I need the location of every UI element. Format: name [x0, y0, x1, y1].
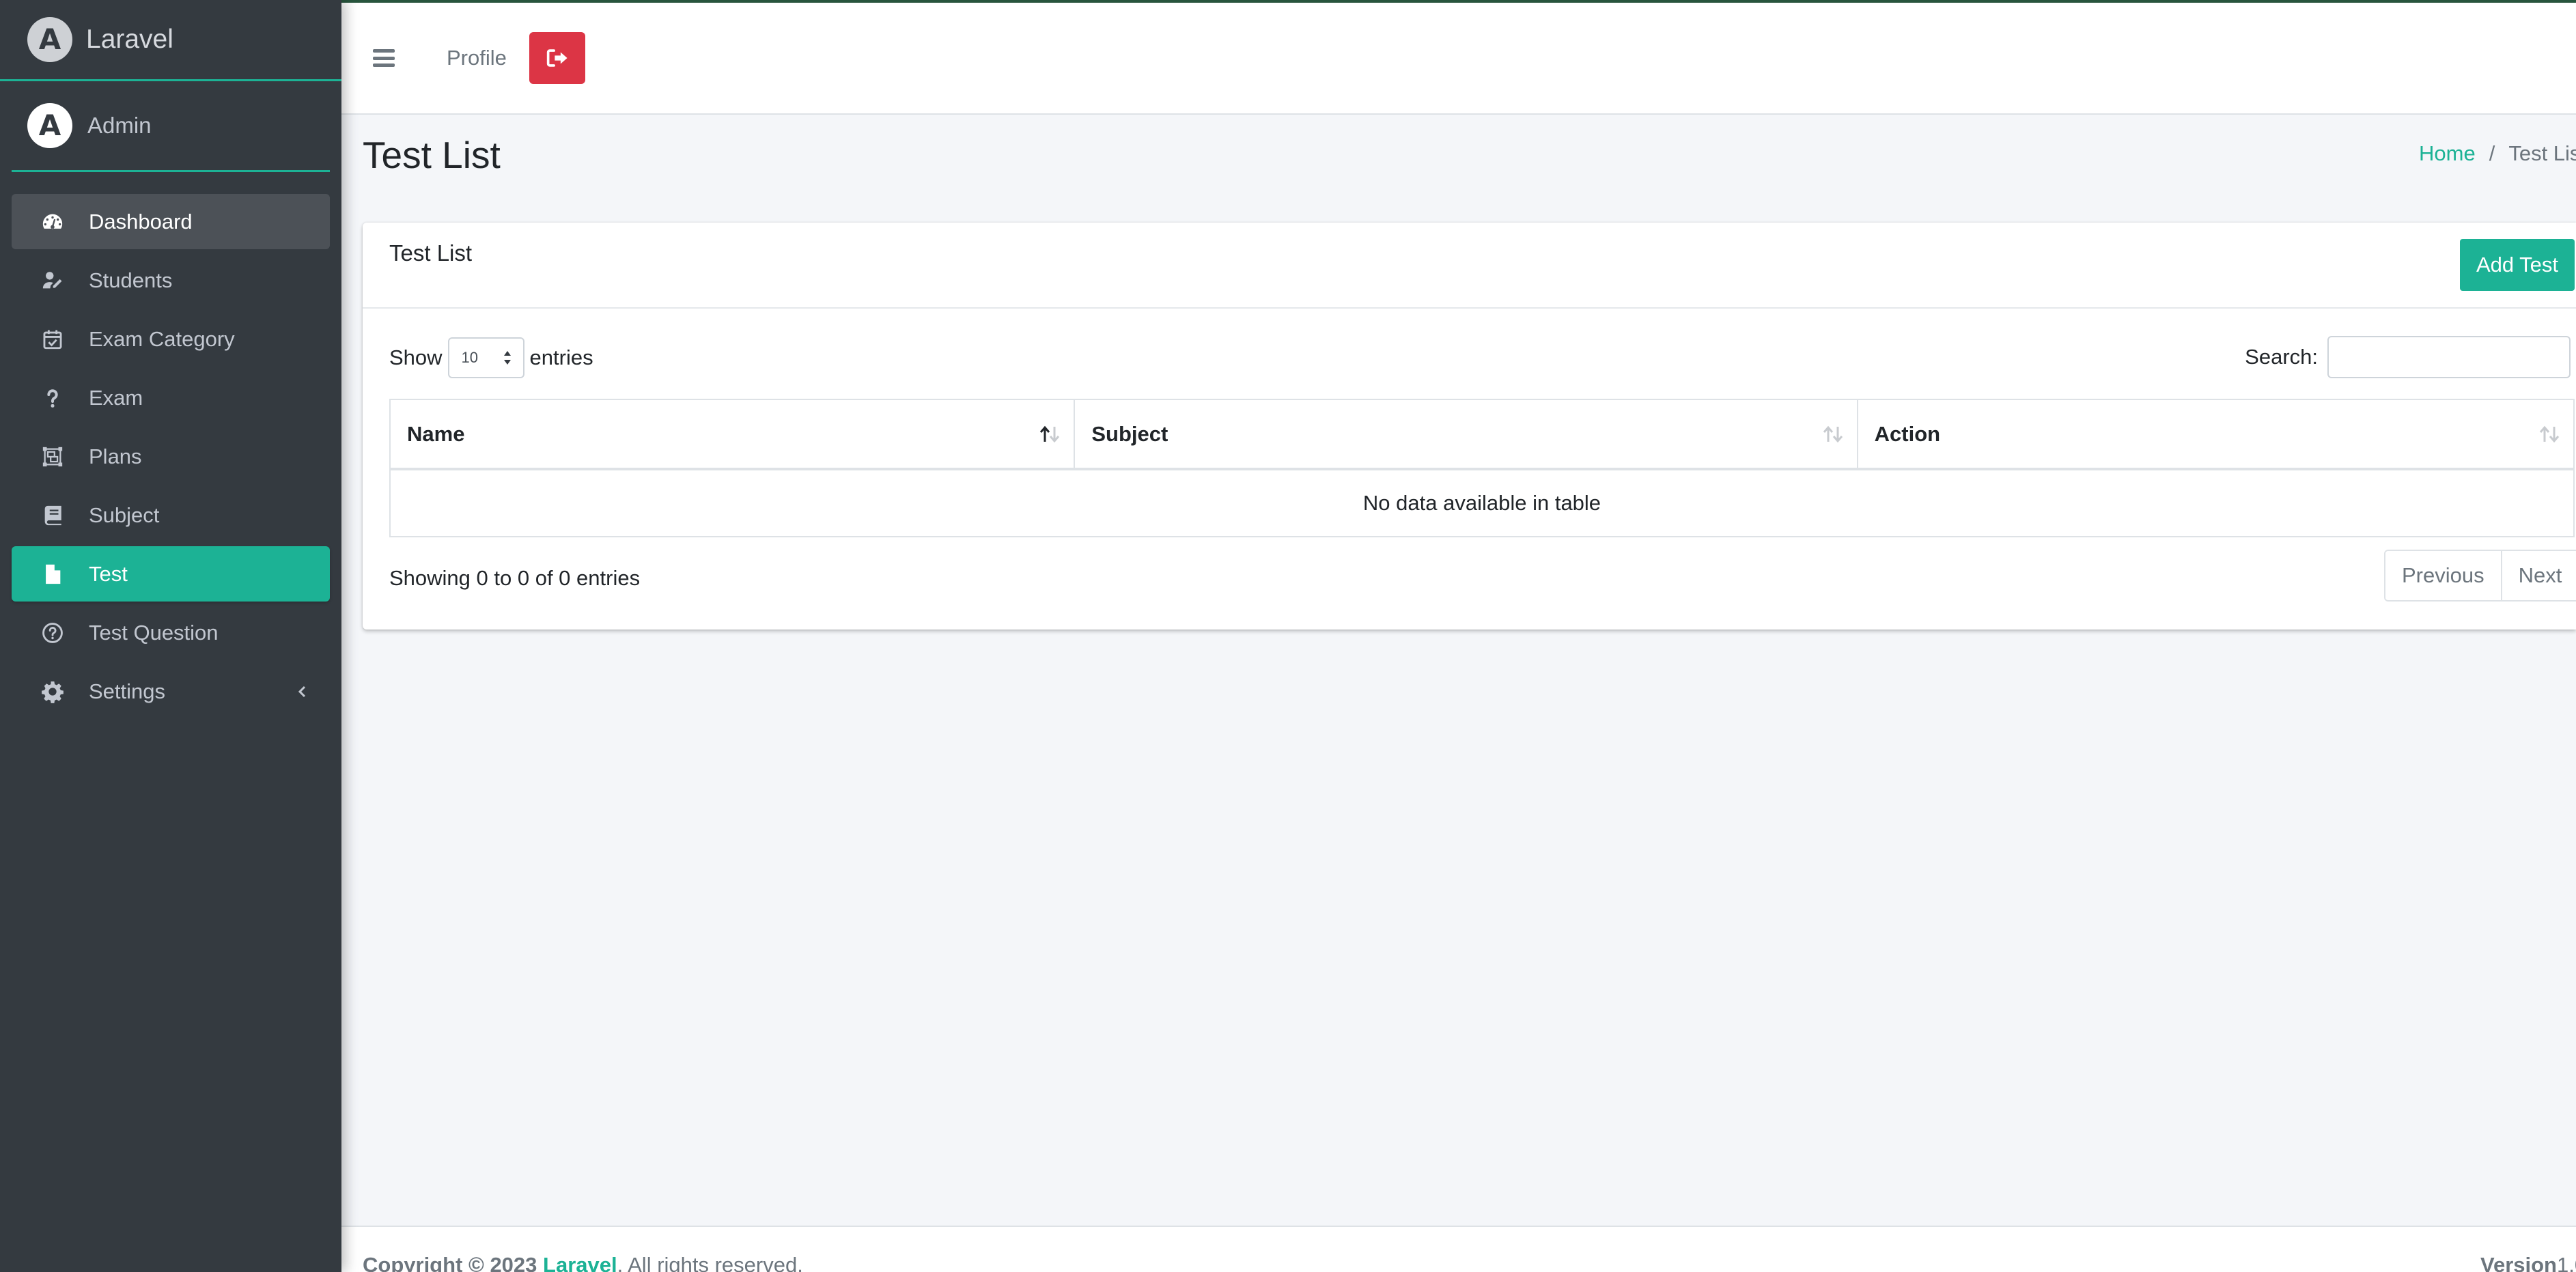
sidebar-item-label: Subject [89, 503, 160, 527]
sign-out-icon [546, 49, 568, 67]
entries-label: entries [529, 345, 593, 369]
footer-brand-link[interactable]: Laravel [543, 1253, 617, 1272]
content-header: Test List Home / Test List [363, 133, 2576, 188]
sidebar-item-settings[interactable]: Settings [12, 664, 330, 719]
table-header-row: Name Subject Action [389, 399, 2575, 470]
user-edit-icon [39, 267, 66, 294]
question-circle-icon [39, 619, 66, 647]
brand-logo-letter: A [38, 23, 61, 56]
sidebar-item-label: Test Question [89, 620, 219, 645]
column-header-action[interactable]: Action [1856, 399, 2575, 470]
show-label: Show [389, 345, 443, 369]
sidebar-item-label: Plans [89, 444, 142, 468]
sort-icon [2539, 425, 2560, 442]
object-group-icon [39, 443, 66, 470]
sidebar-item-label: Settings [89, 679, 166, 703]
empty-table-message: No data available in table [389, 468, 2575, 537]
column-header-subject[interactable]: Subject [1074, 399, 1858, 470]
test-table: Name Subject Action No data available in… [389, 399, 2575, 537]
top-navbar: Profile [341, 0, 2576, 115]
table-row: No data available in table [389, 468, 2575, 537]
entries-length-control: Show 10 entries [389, 337, 593, 378]
sidebar-item-test-question[interactable]: Test Question [12, 605, 330, 660]
sidebar-item-label: Exam Category [89, 326, 235, 351]
test-list-card: Test List Add Test Show 10 entries Searc… [363, 223, 2576, 630]
brand-name: Laravel [86, 25, 173, 54]
sidebar-item-exam[interactable]: Exam [12, 370, 330, 425]
chevron-left-icon [294, 683, 311, 700]
sidebar-item-label: Test [89, 561, 128, 586]
footer-copyright: Copyright © 2023 Laravel. All rights res… [363, 1253, 803, 1272]
footer: Copyright © 2023 Laravel. All rights res… [341, 1226, 2576, 1272]
sort-asc-icon [1040, 425, 1060, 442]
avatar-letter: A [38, 109, 61, 142]
user-name: Admin [87, 113, 152, 138]
sidebar-item-label: Dashboard [89, 209, 193, 234]
sidebar-nav: Dashboard Students Exam Category Exam Pl… [0, 172, 341, 719]
copyright-text: Copyright © 2023 [363, 1253, 537, 1272]
select-caret-icon [503, 351, 511, 365]
entries-length-value: 10 [461, 349, 479, 366]
gear-icon [39, 678, 66, 705]
column-header-label: Name [407, 421, 465, 446]
breadcrumb: Home / Test List [2419, 133, 2576, 188]
sidebar-item-test[interactable]: Test [12, 546, 330, 602]
sidebar-item-plans[interactable]: Plans [12, 429, 330, 484]
add-test-button[interactable]: Add Test [2460, 239, 2575, 291]
sidebar-item-students[interactable]: Students [12, 253, 330, 308]
avatar: A [27, 103, 72, 148]
question-icon [39, 384, 66, 412]
sidebar-item-dashboard[interactable]: Dashboard [12, 194, 330, 249]
app-root: A Laravel A Admin Dashboard Students Exa… [0, 0, 2576, 1272]
sidebar-item-subject[interactable]: Subject [12, 487, 330, 543]
column-header-label: Action [1874, 421, 1941, 446]
calendar-check-icon [39, 326, 66, 353]
pagination: Previous Next [2384, 550, 2576, 602]
version-number: 1.0 [2557, 1253, 2576, 1272]
search-label: Search: [2245, 345, 2318, 369]
breadcrumb-current: Test List [2508, 141, 2576, 165]
previous-page-button[interactable]: Previous [2385, 551, 2501, 600]
sidebar: A Laravel A Admin Dashboard Students Exa… [0, 0, 341, 1272]
column-header-name[interactable]: Name [389, 399, 1076, 470]
entries-length-select[interactable]: 10 [447, 337, 524, 378]
column-header-label: Subject [1091, 421, 1168, 446]
book-icon [39, 502, 66, 529]
breadcrumb-home[interactable]: Home [2419, 141, 2476, 166]
breadcrumb-separator: / [2489, 141, 2495, 165]
sort-icon [1823, 425, 1843, 442]
card-header: Test List Add Test [363, 223, 2576, 309]
sidebar-item-label: Students [89, 268, 173, 292]
bars-icon[interactable] [373, 49, 395, 67]
footer-version: Version1.0 [2480, 1253, 2576, 1272]
brand-link[interactable]: A Laravel [0, 0, 341, 81]
file-icon [39, 561, 66, 588]
dashboard-icon [39, 208, 66, 236]
page-title: Test List [363, 134, 501, 176]
brand-logo: A [27, 17, 72, 62]
sidebar-item-exam-category[interactable]: Exam Category [12, 311, 330, 367]
user-panel[interactable]: A Admin [12, 81, 330, 172]
next-page-button[interactable]: Next [2500, 551, 2576, 600]
version-label: Version [2480, 1253, 2557, 1272]
profile-link[interactable]: Profile [447, 46, 507, 70]
logout-button[interactable] [529, 32, 585, 84]
card-title: Test List [389, 240, 473, 266]
rights-text: . All rights reserved. [617, 1253, 803, 1272]
search-input[interactable] [2327, 336, 2571, 378]
table-search-control: Search: [2245, 336, 2571, 378]
table-info: Showing 0 to 0 of 0 entries [389, 566, 641, 590]
sidebar-item-label: Exam [89, 385, 143, 410]
